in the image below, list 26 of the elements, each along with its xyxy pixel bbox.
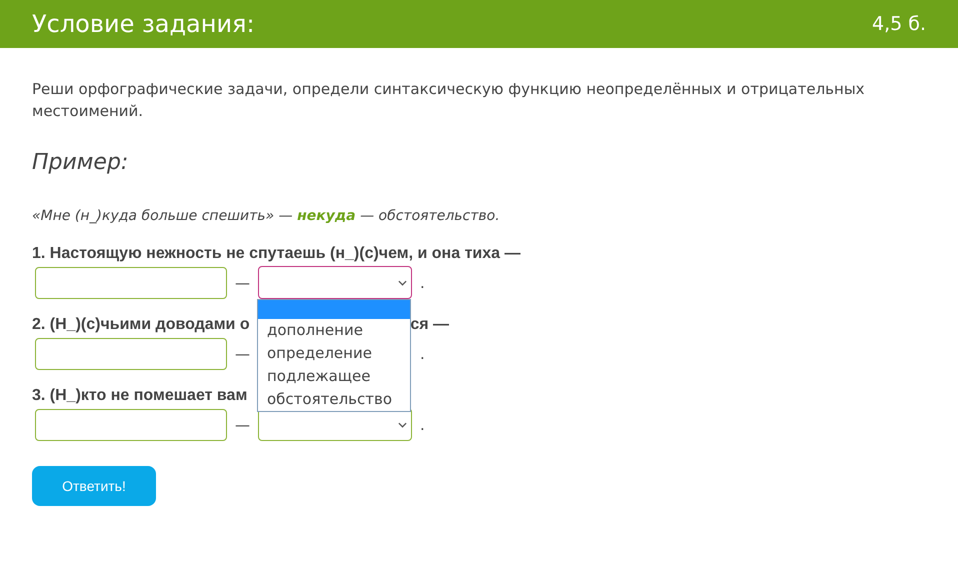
dropdown-option[interactable]: дополнение [258,319,410,342]
period-text: . [420,274,425,292]
dash-text: — [235,274,250,292]
question-text: 2. (Н_)(с)чьими доводами о [32,316,250,334]
instruction-text: Реши орфографические задачи, определи синтаксическую функцию неопределённых и отрицательных местоимений. [32,79,866,122]
question-text: 1. Настоящую нежность не спутаешь (н_)(с)чем, и она тиха — [32,245,520,263]
answer-field[interactable] [35,408,227,440]
example-text: «Мне (н_)куда больше спешить» — некуда — обстоятельство. [32,208,501,224]
chevron-down-icon [398,280,407,286]
example-heading: Пример: [32,150,130,175]
dash-text: — [235,344,250,362]
dropdown-option[interactable]: подлежащее [258,365,410,388]
role-dropdown[interactable] [258,266,412,299]
role-dropdown[interactable] [258,408,412,441]
dropdown-option[interactable]: обстоятельство [258,388,410,411]
question-text: ся — [410,316,449,334]
points-label: 4,5 б. [872,13,926,35]
answer-field[interactable] [35,338,227,370]
answer-field[interactable] [35,266,227,298]
period-text: . [420,416,425,434]
chevron-down-icon [398,422,407,428]
question-text: 3. (Н_)кто не помешает вам [32,387,248,405]
period-text: . [420,344,425,362]
dash-text: — [235,416,250,434]
page-title: Условие задания: [32,10,255,38]
dropdown-option[interactable]: определение [258,342,410,365]
